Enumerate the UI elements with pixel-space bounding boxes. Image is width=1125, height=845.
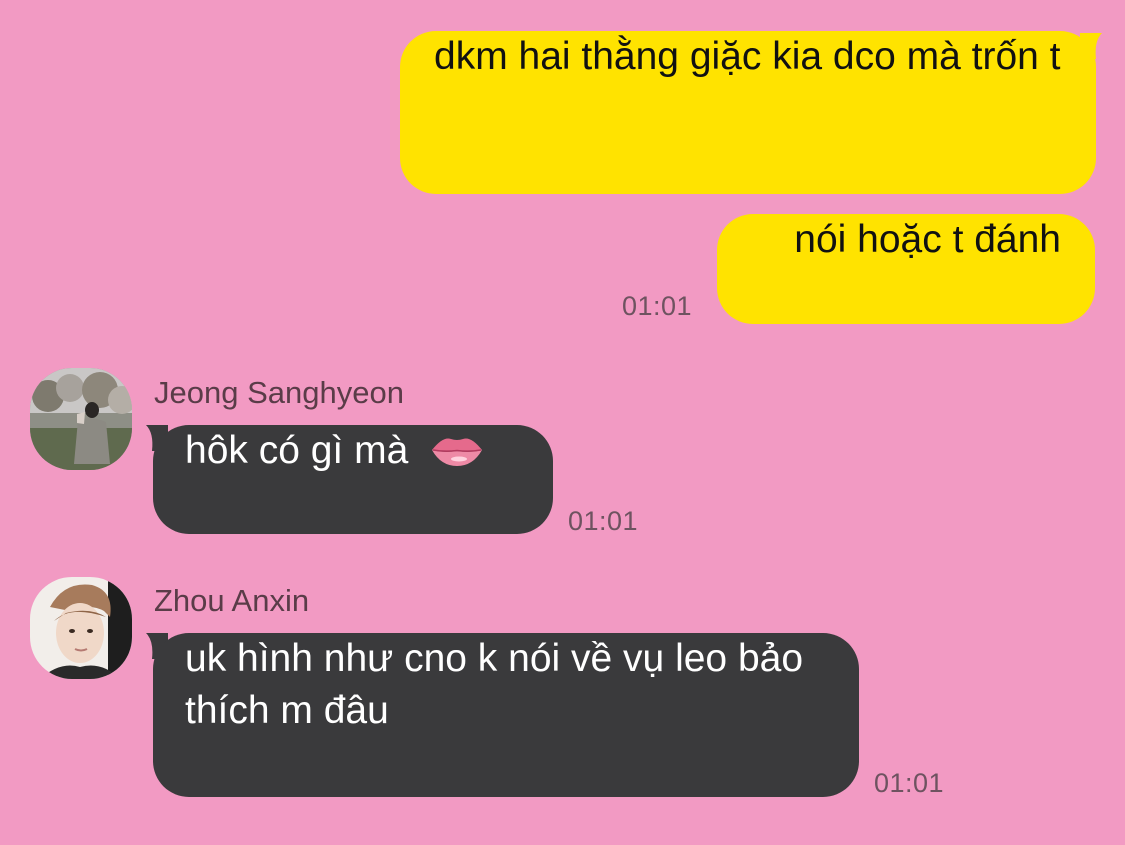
outgoing-message[interactable]: nói hoặc t đánh	[717, 214, 1095, 324]
chat-area: dkm hai thằng giặc kia dco mà trốn t nói…	[0, 0, 1125, 845]
incoming-message[interactable]: hôk có gì mà	[153, 425, 553, 534]
sender-avatar[interactable]	[30, 577, 132, 679]
message-text: hôk có gì mà	[185, 429, 409, 472]
sender-name: Zhou Anxin	[154, 583, 310, 618]
message-timestamp: 01:01	[568, 506, 639, 536]
sender-avatar[interactable]	[30, 368, 132, 470]
outgoing-message[interactable]: dkm hai thằng giặc kia dco mà trốn t	[400, 31, 1096, 194]
lips-emoji-icon	[432, 438, 483, 466]
message-text: dkm hai thằng giặc kia dco mà trốn t	[434, 35, 1061, 78]
avatar-photo-icon	[30, 368, 132, 470]
sender-name: Jeong Sanghyeon	[154, 375, 404, 410]
message-timestamp: 01:01	[874, 768, 945, 798]
message-timestamp: 01:01	[622, 291, 693, 321]
message-text: uk hình như cno k nói về vụ leo bảo thíc…	[185, 637, 804, 732]
avatar-photo-icon	[30, 577, 132, 679]
message-text: nói hoặc t đánh	[794, 218, 1061, 261]
incoming-message[interactable]: uk hình như cno k nói về vụ leo bảo thíc…	[153, 633, 859, 797]
